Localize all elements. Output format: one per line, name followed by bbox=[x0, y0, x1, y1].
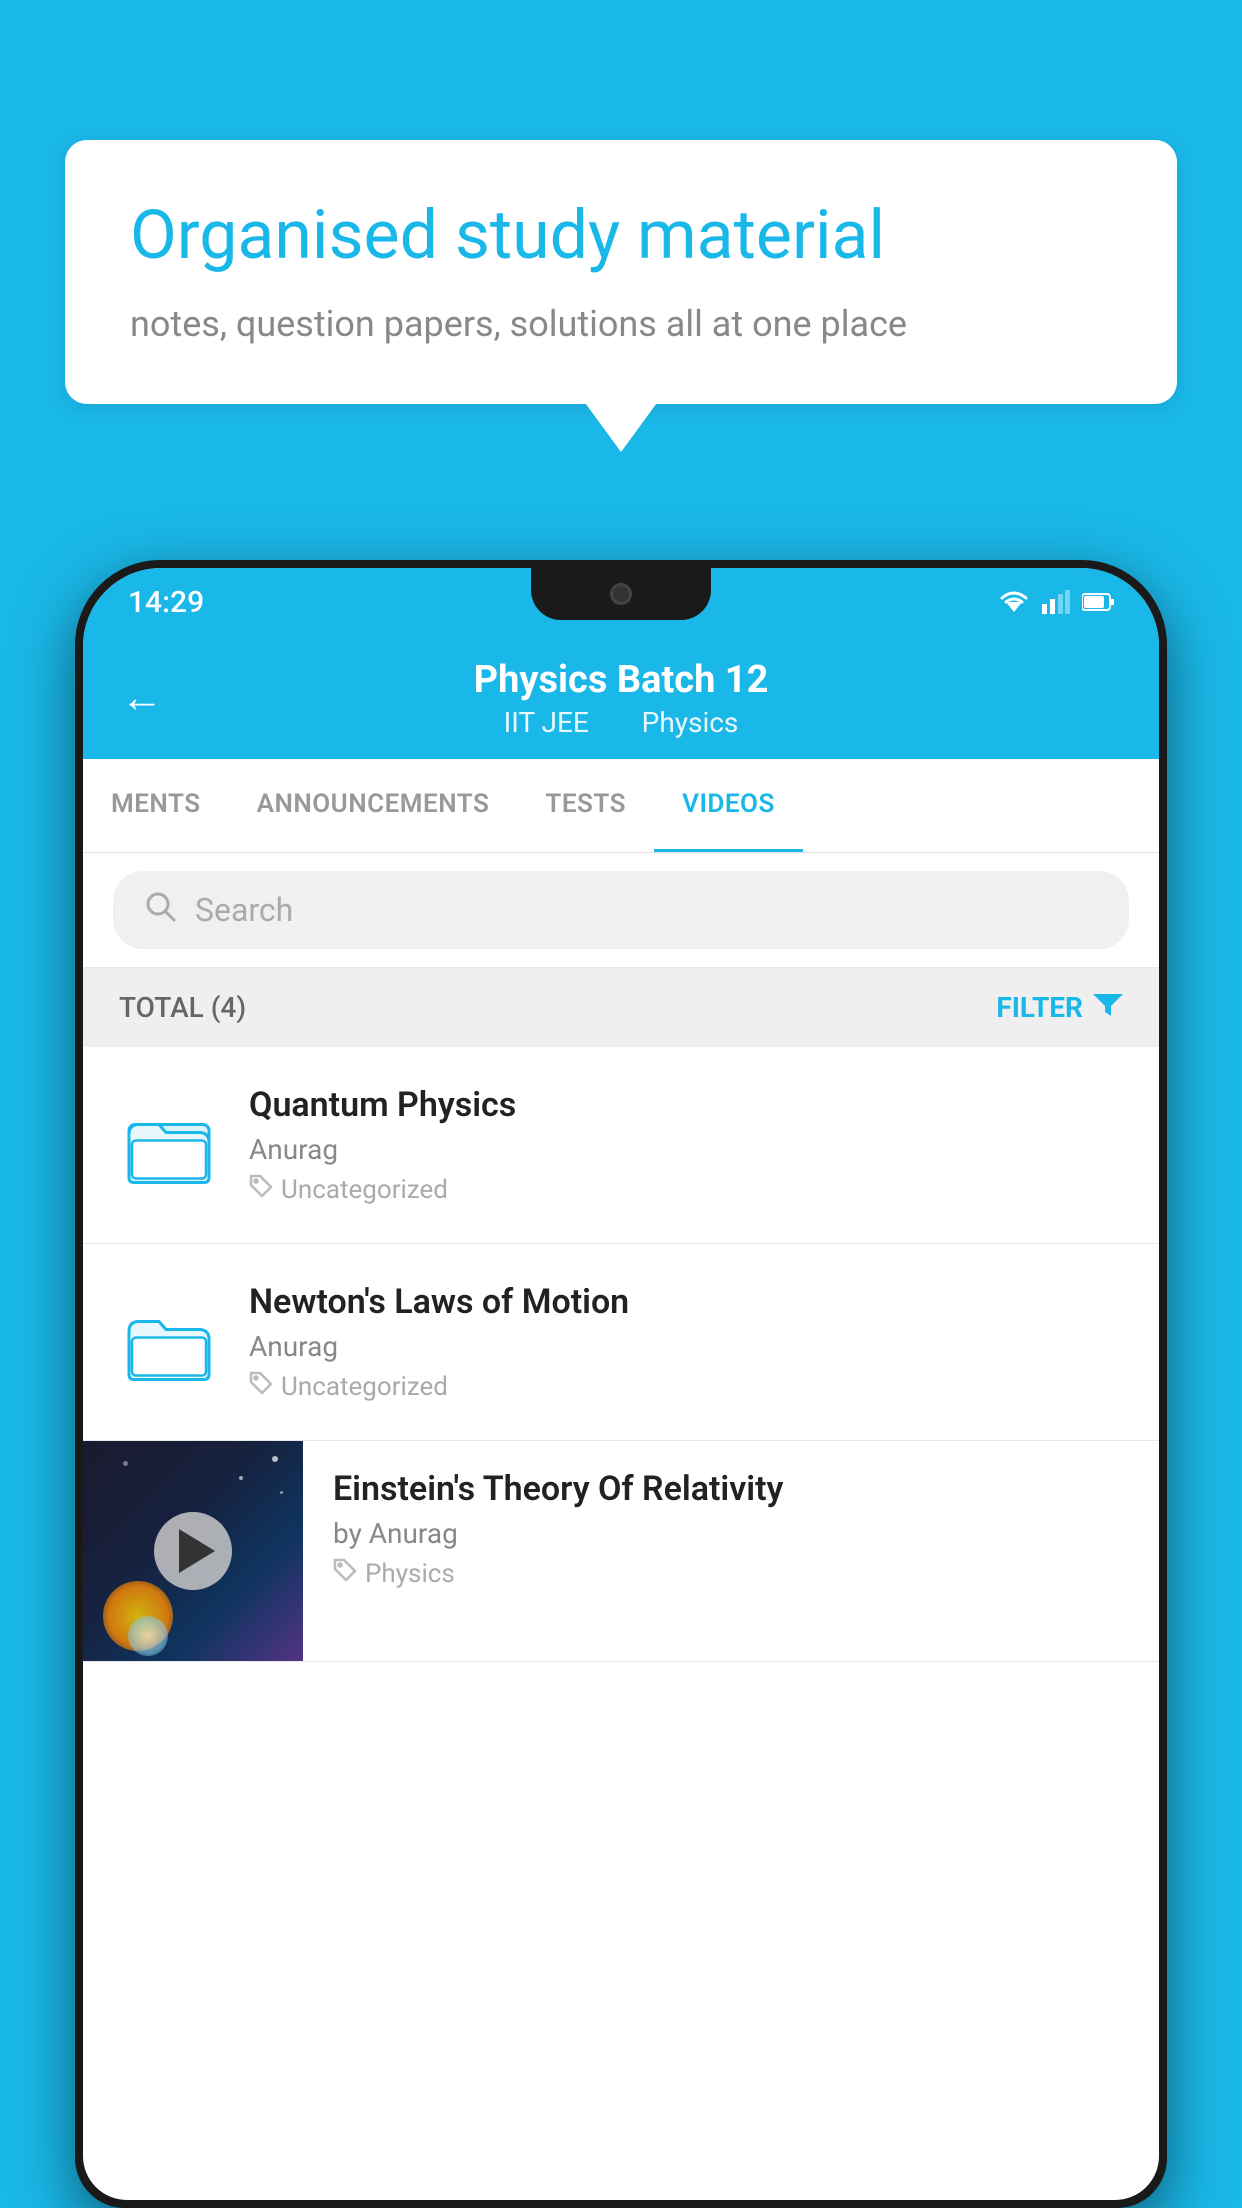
search-placeholder: Search bbox=[195, 891, 293, 929]
play-button-icon[interactable] bbox=[154, 1512, 232, 1590]
video-list: Quantum Physics Anurag Uncategorized bbox=[83, 1047, 1159, 1662]
video-meta: Newton's Laws of Motion Anurag Uncategor… bbox=[249, 1282, 1123, 1402]
status-bar: 14:29 bbox=[83, 568, 1159, 636]
camera bbox=[610, 583, 632, 605]
video-author: Anurag bbox=[249, 1133, 1123, 1166]
status-icons bbox=[998, 590, 1114, 614]
tab-ments[interactable]: MENTS bbox=[83, 759, 229, 852]
speech-bubble: Organised study material notes, question… bbox=[65, 140, 1177, 404]
video-title: Quantum Physics bbox=[249, 1085, 1123, 1125]
tab-tests[interactable]: TESTS bbox=[517, 759, 654, 852]
batch-subtitle: IIT JEE Physics bbox=[474, 706, 769, 739]
tabs-bar: MENTS ANNOUNCEMENTS TESTS VIDEOS bbox=[83, 759, 1159, 853]
tag-icon bbox=[333, 1558, 357, 1589]
app-header: ← Physics Batch 12 IIT JEE Physics bbox=[83, 636, 1159, 759]
tag-label: Physics bbox=[365, 1559, 455, 1589]
video-title: Newton's Laws of Motion bbox=[249, 1282, 1123, 1322]
filter-icon bbox=[1093, 990, 1123, 1025]
tag-label: Uncategorized bbox=[281, 1175, 448, 1205]
video-thumbnail bbox=[83, 1441, 303, 1661]
tag-icon bbox=[249, 1174, 273, 1205]
list-item[interactable]: Einstein's Theory Of Relativity by Anura… bbox=[83, 1441, 1159, 1662]
wifi-icon bbox=[998, 590, 1030, 614]
search-icon bbox=[143, 889, 177, 931]
phone-screen: 14:29 bbox=[83, 568, 1159, 2200]
video-author: Anurag bbox=[249, 1330, 1123, 1363]
subtitle-subject: Physics bbox=[642, 706, 739, 739]
play-triangle bbox=[179, 1529, 215, 1573]
phone-frame: 14:29 bbox=[75, 560, 1167, 2208]
filter-label: FILTER bbox=[996, 991, 1083, 1024]
bubble-title: Organised study material bbox=[130, 195, 1112, 277]
search-container: Search bbox=[83, 853, 1159, 968]
video-tag: Uncategorized bbox=[249, 1371, 1123, 1402]
tag-icon bbox=[249, 1371, 273, 1402]
battery-icon bbox=[1082, 592, 1114, 612]
list-item[interactable]: Quantum Physics Anurag Uncategorized bbox=[83, 1047, 1159, 1244]
folder-icon bbox=[119, 1090, 219, 1200]
folder-icon bbox=[119, 1287, 219, 1397]
video-meta: Einstein's Theory Of Relativity by Anura… bbox=[303, 1441, 1159, 1617]
tab-announcements[interactable]: ANNOUNCEMENTS bbox=[229, 759, 518, 852]
search-bar[interactable]: Search bbox=[113, 871, 1129, 949]
status-time: 14:29 bbox=[128, 585, 204, 620]
video-title: Einstein's Theory Of Relativity bbox=[333, 1469, 1129, 1509]
bubble-subtitle: notes, question papers, solutions all at… bbox=[130, 299, 1112, 349]
back-button[interactable]: ← bbox=[121, 673, 163, 722]
total-count: TOTAL (4) bbox=[119, 991, 246, 1024]
speech-bubble-section: Organised study material notes, question… bbox=[65, 140, 1177, 404]
video-tag: Uncategorized bbox=[249, 1174, 1123, 1205]
filter-bar: TOTAL (4) FILTER bbox=[83, 968, 1159, 1047]
batch-title: Physics Batch 12 bbox=[474, 658, 769, 702]
tag-label: Uncategorized bbox=[281, 1372, 448, 1402]
header-content: Physics Batch 12 IIT JEE Physics bbox=[474, 658, 769, 739]
filter-button[interactable]: FILTER bbox=[996, 990, 1123, 1025]
video-meta: Quantum Physics Anurag Uncategorized bbox=[249, 1085, 1123, 1205]
list-item[interactable]: Newton's Laws of Motion Anurag Uncategor… bbox=[83, 1244, 1159, 1441]
signal-icon bbox=[1042, 590, 1070, 614]
tab-videos[interactable]: VIDEOS bbox=[654, 759, 803, 852]
subtitle-course: IIT JEE bbox=[504, 706, 589, 739]
notch bbox=[531, 568, 711, 620]
video-author: by Anurag bbox=[333, 1517, 1129, 1550]
subtitle-separator bbox=[612, 706, 626, 739]
video-tag: Physics bbox=[333, 1558, 1129, 1589]
